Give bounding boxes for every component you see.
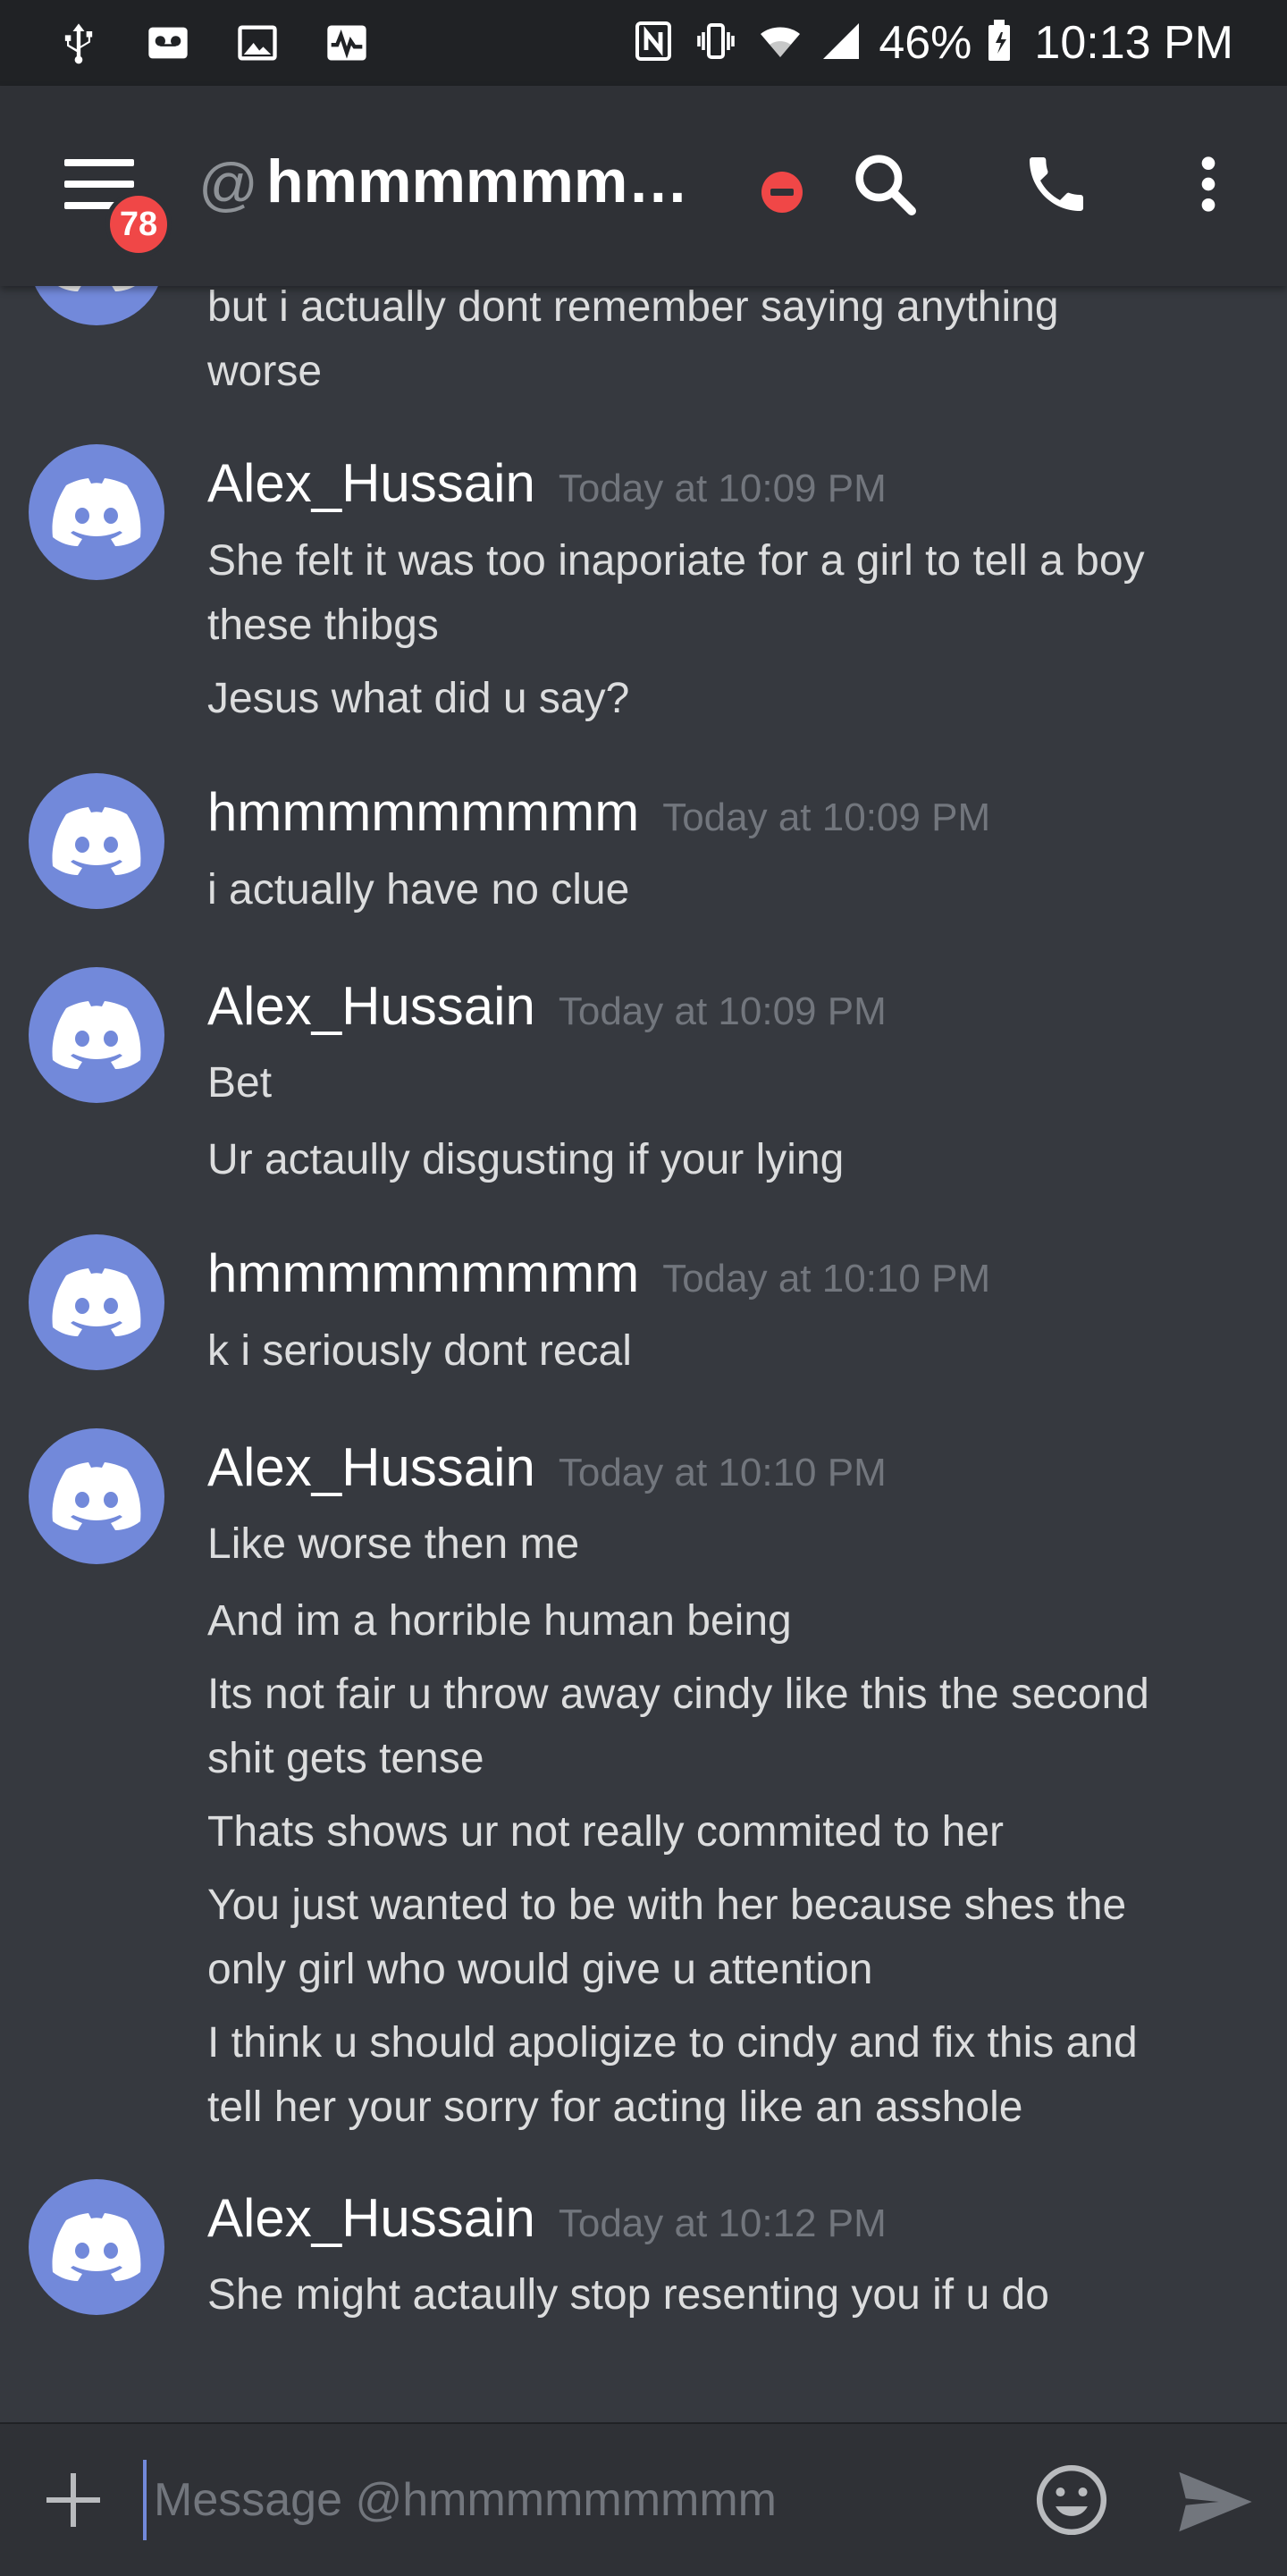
author-name[interactable]: Alex_Hussain: [207, 1437, 535, 1497]
message-timestamp: Today at 10:10 PM: [558, 1451, 887, 1494]
author-name[interactable]: Alex_Hussain: [207, 2188, 535, 2248]
author-name[interactable]: Alex_Hussain: [207, 976, 535, 1036]
message-author-row: Alex_Hussain Today at 10:09 PM: [207, 452, 887, 514]
discord-avatar-icon: [52, 2213, 141, 2281]
send-icon[interactable]: [1174, 2469, 1257, 2535]
message-line: tell her your sorry for acting like an a…: [207, 2084, 1023, 2131]
message-line: k i seriously dont recal: [207, 1327, 632, 1375]
author-name[interactable]: hmmmmmmmmm: [207, 1243, 639, 1303]
message-author-row: hmmmmmmmmm Today at 10:10 PM: [207, 1242, 990, 1304]
discord-avatar-icon: [52, 1001, 141, 1069]
dnd-status-icon: [761, 172, 803, 213]
message-list[interactable]: but i actually dont remember saying anyt…: [0, 0, 1287, 2422]
message-line: You just wanted to be with her because s…: [207, 1881, 1127, 1929]
message-line: Thats shows ur not really commited to he…: [207, 1808, 1005, 1856]
message-timestamp: Today at 10:12 PM: [558, 2201, 887, 2245]
avatar[interactable]: [29, 967, 164, 1103]
message-timestamp: Today at 10:09 PM: [662, 796, 991, 839]
avatar[interactable]: [29, 1234, 164, 1370]
message-line: Jesus what did u say?: [207, 675, 630, 722]
avatar[interactable]: [29, 444, 164, 580]
message-author-row: Alex_Hussain Today at 10:09 PM: [207, 975, 887, 1037]
message-author-row: hmmmmmmmmm Today at 10:09 PM: [207, 781, 990, 843]
message-line: And im a horrible human being: [207, 1597, 792, 1645]
notification-badge: 78: [105, 191, 172, 257]
message-line: Ur actaully disgusting if your lying: [207, 1136, 845, 1183]
author-name[interactable]: Alex_Hussain: [207, 453, 535, 513]
message-timestamp: Today at 10:09 PM: [558, 467, 887, 510]
search-icon[interactable]: [849, 148, 921, 224]
message-author-row: Alex_Hussain Today at 10:12 PM: [207, 2187, 887, 2249]
author-name[interactable]: hmmmmmmmmm: [207, 782, 639, 842]
message-line: i actually have no clue: [207, 866, 630, 913]
discord-avatar-icon: [52, 1462, 141, 1530]
discord-avatar-icon: [52, 1268, 141, 1336]
page-title[interactable]: hmmmmmmmmm...: [266, 147, 731, 216]
message-line: worse: [207, 348, 323, 395]
message-line: these thibgs: [207, 602, 439, 649]
message-line: Bet: [207, 1059, 273, 1107]
emoji-icon[interactable]: [1033, 2462, 1110, 2538]
discord-avatar-icon: [52, 807, 141, 875]
message-timestamp: Today at 10:09 PM: [558, 989, 887, 1033]
message-line: shit gets tense: [207, 1735, 484, 1782]
at-symbol: @: [198, 151, 258, 217]
message-line: Like worse then me: [207, 1520, 580, 1568]
message-author-row: Alex_Hussain Today at 10:10 PM: [207, 1436, 887, 1498]
message-line: I think u should apoligize to cindy and …: [207, 2019, 1138, 2067]
channel-header: 78 @ hmmmmmmmmm...: [0, 86, 1287, 286]
discord-avatar-icon: [52, 478, 141, 546]
message-line: only girl who would give u attention: [207, 1946, 873, 1993]
phone-icon[interactable]: [1021, 148, 1092, 224]
message-timestamp: Today at 10:10 PM: [662, 1257, 991, 1301]
avatar[interactable]: [29, 1428, 164, 1564]
avatar[interactable]: [29, 2179, 164, 2315]
message-line: Its not fair u throw away cindy like thi…: [207, 1671, 1149, 1718]
plus-icon[interactable]: [46, 2473, 100, 2527]
message-input[interactable]: [143, 2460, 1001, 2540]
message-line: She might actaully stop resenting you if…: [207, 2271, 1049, 2319]
message-composer: [0, 2422, 1287, 2576]
avatar[interactable]: [29, 773, 164, 909]
message-line: She felt it was too inaporiate for a gir…: [207, 537, 1145, 585]
more-vertical-icon[interactable]: [1173, 148, 1244, 224]
